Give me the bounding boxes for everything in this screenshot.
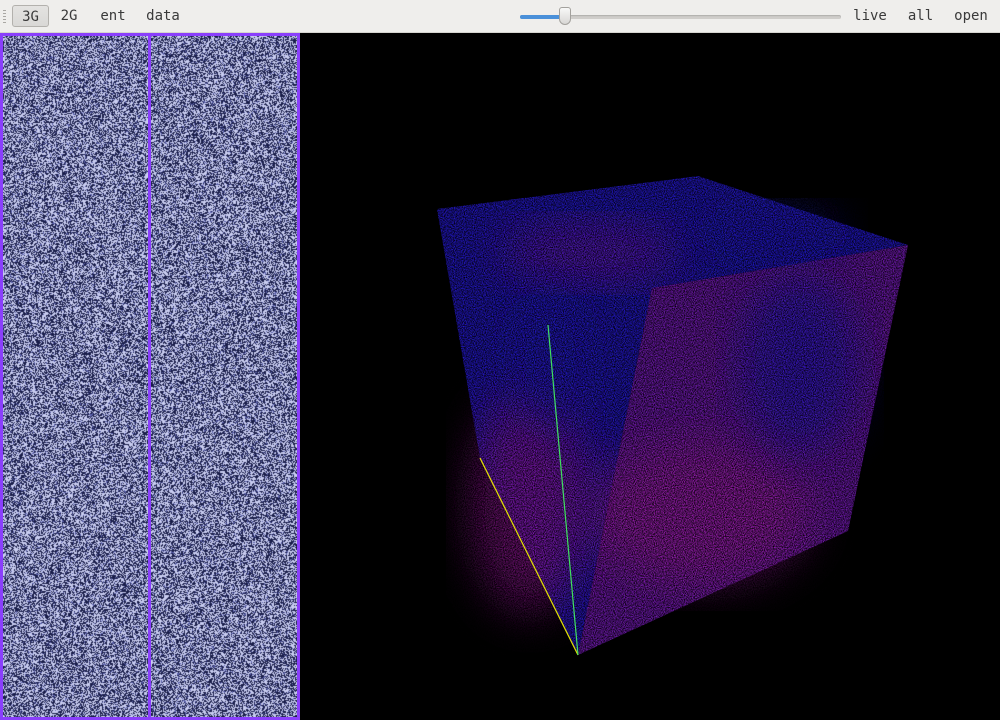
mode-data-button[interactable]: data — [141, 5, 185, 27]
mode-3g-button[interactable]: 3G — [12, 5, 49, 27]
zoom-slider[interactable] — [520, 7, 841, 25]
inner-blue-region — [510, 293, 590, 433]
top-blue-region — [700, 208, 840, 258]
toolbar: 3G 2G ent data live all open — [0, 0, 1000, 33]
slider-handle[interactable] — [558, 7, 571, 25]
front-magenta-region — [590, 443, 810, 583]
open-button[interactable]: open — [950, 5, 992, 27]
left-noise-canvas — [3, 36, 148, 717]
live-button[interactable]: live — [849, 5, 891, 27]
right-blue-region — [740, 273, 860, 453]
mode-2g-button[interactable]: 2G — [55, 5, 83, 27]
3d-cube-view[interactable] — [300, 33, 1000, 720]
toolbar-grip[interactable] — [3, 10, 6, 24]
top-purple-region — [500, 223, 680, 283]
cube-svg — [437, 176, 908, 656]
mode-ent-button[interactable]: ent — [94, 5, 132, 27]
left-magenta-region — [470, 393, 590, 613]
left-noise-panel[interactable] — [0, 33, 151, 720]
point-cloud-cube — [437, 176, 908, 655]
right-noise-canvas — [151, 36, 297, 717]
all-button[interactable]: all — [903, 5, 938, 27]
right-noise-panel[interactable] — [148, 33, 300, 720]
